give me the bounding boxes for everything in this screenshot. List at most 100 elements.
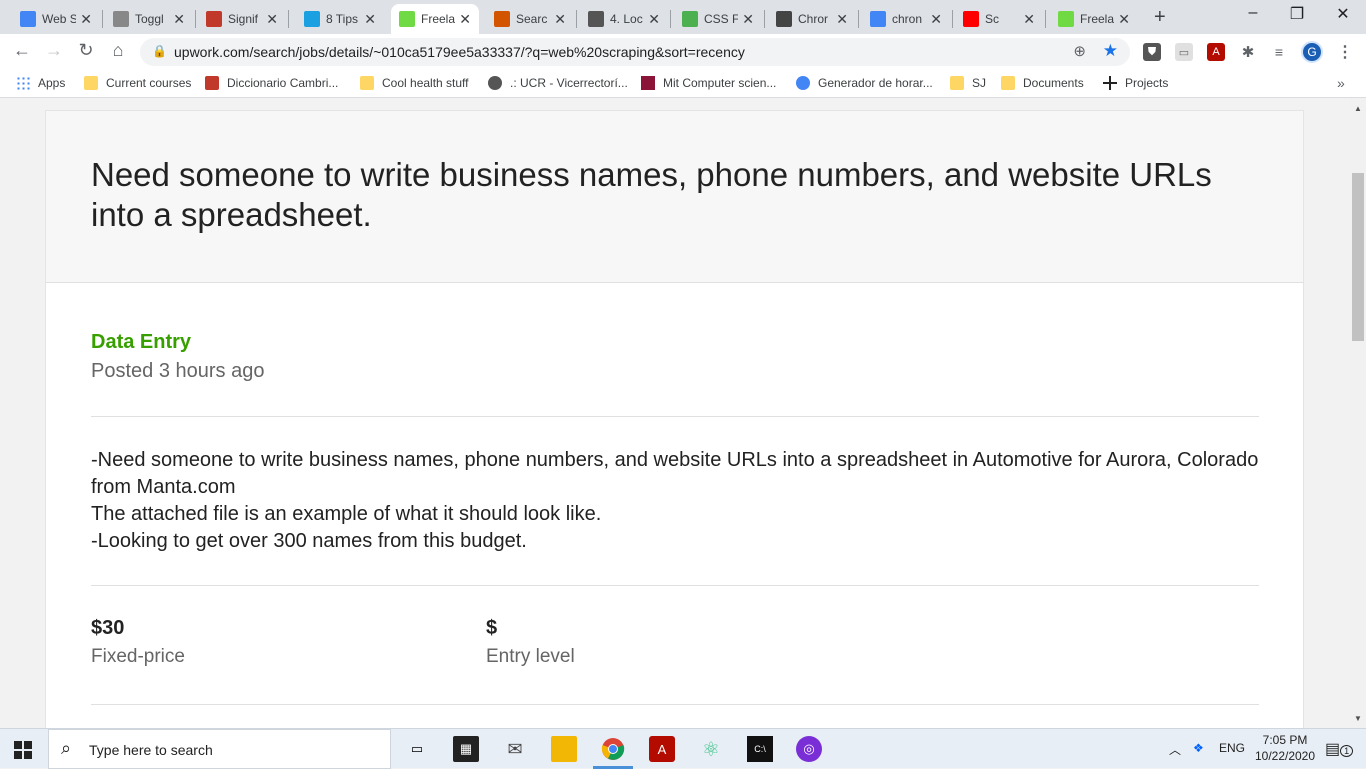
acrobat-icon[interactable]: A	[649, 736, 675, 762]
taskbar-search-placeholder: Type here to search	[89, 742, 213, 758]
tab-title: Sc	[985, 12, 1000, 26]
bookmark-item[interactable]: Documents	[1001, 76, 1084, 90]
toggl-icon	[113, 11, 129, 27]
tab-close-icon[interactable]: ✕	[459, 11, 471, 28]
tab-close-icon[interactable]: ✕	[1023, 11, 1035, 28]
tab-close-icon[interactable]: ✕	[1118, 11, 1130, 28]
bookmark-item[interactable]: Generador de horar...	[796, 76, 933, 90]
bookmark-star-icon[interactable]: ★	[1103, 41, 1118, 61]
bookmark-item[interactable]: Cool health stuff	[360, 76, 469, 90]
job-category-link[interactable]: Data Entry	[91, 331, 191, 354]
pin-icon	[1103, 76, 1117, 90]
bookmark-item[interactable]: Current courses	[84, 76, 191, 90]
upwork-icon	[399, 11, 415, 27]
atom-icon[interactable]: ⚛	[698, 736, 724, 762]
tab-separator	[952, 10, 953, 28]
upwork-icon	[1058, 11, 1074, 27]
bookmark-item[interactable]: SJ	[950, 76, 986, 90]
description-line: -Need someone to write business names, p…	[91, 449, 1259, 498]
page-content: Need someone to write business names, ph…	[0, 98, 1350, 728]
bookmark-item[interactable]: Projects	[1103, 76, 1168, 90]
clock-time: 7:05 PM	[1262, 733, 1308, 747]
bookmark-item[interactable]: .: UCR - Vicerrectorí...	[488, 76, 628, 90]
new-tab-button[interactable]: +	[1154, 6, 1166, 29]
tab-close-icon[interactable]: ✕	[554, 11, 566, 28]
bookmark-item[interactable]: Apps	[16, 76, 65, 90]
media-control-icon[interactable]: ≡	[1270, 43, 1288, 61]
notification-center-icon[interactable]: ▤ 1	[1325, 739, 1354, 759]
tab-close-icon[interactable]: ✕	[742, 11, 754, 28]
menu-kebab-icon[interactable]: ⋮	[1337, 42, 1353, 62]
apps-grid-icon	[16, 76, 30, 90]
extension-shield-icon[interactable]: ⛊	[1143, 43, 1161, 61]
profile-avatar[interactable]: G	[1301, 41, 1323, 63]
notification-count: 1	[1340, 745, 1354, 757]
browser-tab[interactable]: Freela ✕	[391, 4, 479, 34]
bookmark-item[interactable]: Diccionario Cambri...	[205, 76, 338, 90]
tab-separator	[670, 10, 671, 28]
scroll-down-arrow-icon[interactable]: ▼	[1354, 714, 1362, 723]
tab-title: Freela	[421, 12, 456, 26]
tab-title: Signif	[228, 12, 259, 26]
lock-icon: 🔒	[152, 44, 167, 58]
taskbar-clock[interactable]: 7:05 PM 10/22/2020	[1253, 732, 1317, 764]
tor-browser-icon[interactable]: ◎	[796, 736, 822, 762]
tray-chevron-up-icon[interactable]: ︿	[1169, 741, 1181, 758]
tab-close-icon[interactable]: ✕	[364, 11, 376, 28]
description-line: The attached file is an example of what …	[91, 503, 602, 525]
file-explorer-icon[interactable]	[551, 736, 577, 762]
browser-tab[interactable]: Searc ✕	[486, 4, 574, 34]
browser-tab[interactable]: 8 Tips ✕	[296, 4, 384, 34]
browser-tab[interactable]: Web S ✕	[12, 4, 100, 34]
tab-close-icon[interactable]: ✕	[836, 11, 848, 28]
scroll-up-arrow-icon[interactable]: ▲	[1354, 104, 1362, 113]
windows-start-icon[interactable]	[14, 741, 32, 759]
browser-tab[interactable]: Chror ✕	[768, 4, 856, 34]
extension-cast-icon[interactable]: ▭	[1175, 43, 1193, 61]
browser-tab[interactable]: Signif ✕	[198, 4, 286, 34]
tab-separator	[764, 10, 765, 28]
dropbox-icon[interactable]: ❖	[1193, 741, 1204, 755]
mail-icon[interactable]: ✉	[502, 736, 528, 762]
restore-button[interactable]: ❐	[1274, 4, 1320, 24]
tab-close-icon[interactable]: ✕	[648, 11, 660, 28]
store-icon[interactable]: ▦	[453, 736, 479, 762]
browser-tab[interactable]: Toggl ✕	[105, 4, 193, 34]
bookmarks-bar: Apps Current courses Diccionario Cambri...…	[0, 70, 1366, 98]
bookmarks-overflow-button[interactable]: »	[1337, 75, 1345, 91]
browser-tab[interactable]: CSS F ✕	[674, 4, 762, 34]
forward-arrow-icon[interactable]: →	[42, 40, 66, 61]
zoom-icon[interactable]: ⊕	[1073, 42, 1086, 60]
task-view-icon[interactable]: ▭	[404, 736, 430, 762]
scrollbar-thumb[interactable]	[1352, 173, 1364, 341]
chrome-icon[interactable]	[600, 736, 626, 762]
tab-close-icon[interactable]: ✕	[80, 11, 92, 28]
extension-pdf-icon[interactable]: A	[1207, 43, 1225, 61]
tab-close-icon[interactable]: ✕	[266, 11, 278, 28]
browser-tab[interactable]: 4. Loc ✕	[580, 4, 668, 34]
tab-separator	[576, 10, 577, 28]
taskbar-search-box[interactable]: ⌕ Type here to search	[48, 729, 391, 769]
terminal-icon[interactable]: C:\	[747, 736, 773, 762]
extensions-puzzle-icon[interactable]: ✱	[1239, 43, 1257, 61]
close-window-button[interactable]: ✕	[1320, 4, 1366, 24]
tab-separator	[195, 10, 196, 28]
url-text[interactable]: upwork.com/search/jobs/details/~010ca517…	[174, 44, 745, 60]
back-arrow-icon[interactable]: ←	[10, 40, 34, 61]
folder-icon	[950, 76, 964, 90]
minimize-button[interactable]: –	[1230, 4, 1276, 22]
address-bar[interactable]: 🔒 upwork.com/search/jobs/details/~010ca5…	[140, 38, 1130, 66]
browser-tab[interactable]: chron ✕	[862, 4, 950, 34]
tab-close-icon[interactable]: ✕	[173, 11, 185, 28]
browser-tab[interactable]: Freela ✕	[1050, 4, 1138, 34]
browser-tab[interactable]: Sc ✕	[955, 4, 1043, 34]
bookmark-item[interactable]: Mit Computer scien...	[641, 76, 776, 90]
tab-close-icon[interactable]: ✕	[930, 11, 942, 28]
home-icon[interactable]: ⌂	[106, 40, 130, 61]
folder-icon	[1001, 76, 1015, 90]
language-indicator[interactable]: ENG	[1219, 741, 1245, 755]
page-scrollbar[interactable]: ▲ ▼	[1350, 98, 1366, 728]
folder-icon	[360, 76, 374, 90]
reload-icon[interactable]: ↻	[74, 40, 98, 61]
bookmark-label: Cool health stuff	[382, 76, 469, 90]
